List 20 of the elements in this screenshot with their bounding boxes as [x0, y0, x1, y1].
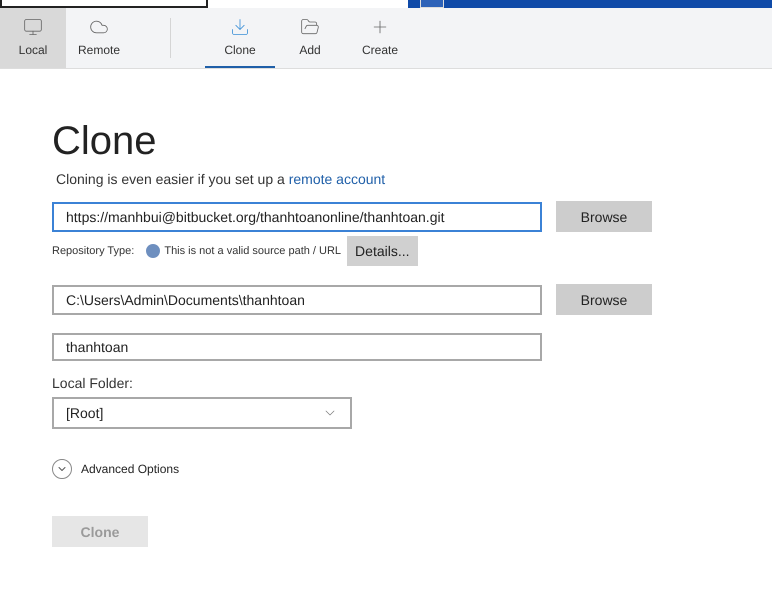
- create-tab[interactable]: Create: [345, 8, 415, 68]
- local-folder-label: Local Folder:: [52, 375, 134, 391]
- clone-tab[interactable]: Clone: [205, 8, 275, 68]
- local-tab[interactable]: Local: [0, 8, 66, 68]
- source-url-field[interactable]: https://manhbui@bitbucket.org/thanhtoanonline/thanhtoan.git: [52, 202, 542, 232]
- validation-message: This is not a valid source path / URL: [164, 245, 342, 257]
- remote-account-link[interactable]: remote account: [288, 171, 386, 187]
- browse-button[interactable]: Browse: [556, 284, 652, 315]
- local-folder-dropdown[interactable]: [Root]: [52, 397, 352, 429]
- repository-type-label: Repository Type:: [52, 245, 134, 257]
- destination-path-field[interactable]: C:\Users\Admin\Documents\thanhtoan: [52, 284, 542, 314]
- subtitle-text: Cloning is even easier if you set up a remote account: [56, 171, 386, 187]
- add-tab[interactable]: Add: [275, 8, 345, 68]
- advanced-options-toggle[interactable]: Advanced Options: [52, 459, 180, 479]
- name-field[interactable]: thanhtoan: [52, 333, 542, 361]
- details-button[interactable]: Details...: [347, 236, 418, 266]
- remote-tab[interactable]: Remote: [66, 8, 132, 68]
- browse-button[interactable]: Browse: [556, 201, 652, 232]
- dropdown-value: [Root]: [66, 405, 104, 421]
- page-title: Clone: [52, 118, 158, 165]
